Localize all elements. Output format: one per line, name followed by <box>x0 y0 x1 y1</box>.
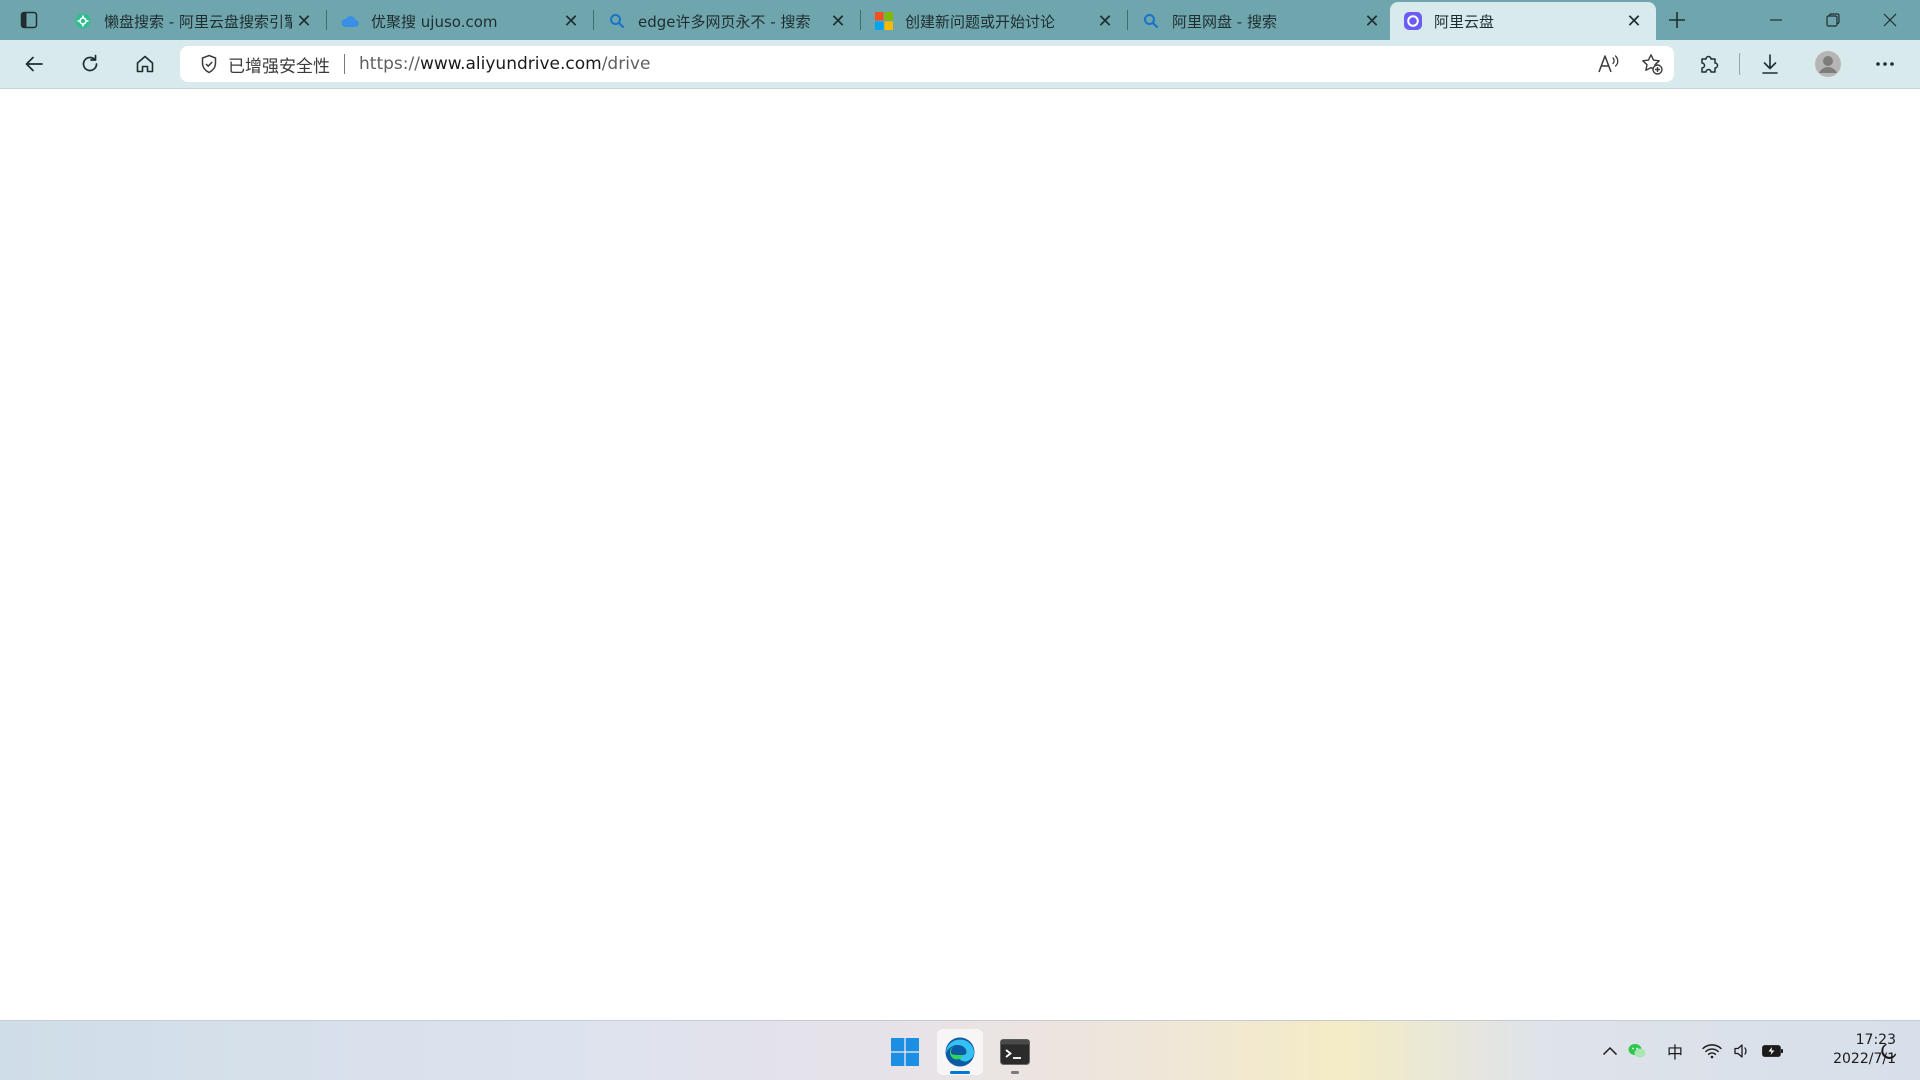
url-domain: www.aliyundrive.com <box>419 54 602 74</box>
toolbar-divider <box>1739 53 1740 75</box>
speaker-icon <box>1734 1044 1747 1058</box>
show-hidden-icons-button[interactable] <box>1596 1021 1624 1080</box>
active-indicator <box>950 1071 970 1074</box>
tab-aliyundrive[interactable]: 阿里云盘 ✕ <box>1390 2 1656 40</box>
tab-title: 懒盘搜索 - 阿里云盘搜索引擎 <box>104 12 292 31</box>
network-button[interactable] <box>1698 1021 1726 1080</box>
tab-edge-search[interactable]: edge许多网页永不 - 搜索 ✕ <box>594 2 860 40</box>
tab-title: 阿里云盘 <box>1434 12 1495 31</box>
tab-title: edge许多网页永不 - 搜索 <box>638 12 811 31</box>
home-button[interactable] <box>125 44 165 84</box>
tab-title: 优聚搜 ujuso.com <box>371 12 498 31</box>
back-button[interactable] <box>14 44 54 84</box>
windows-logo-icon <box>891 1038 919 1066</box>
aliyundrive-icon <box>1404 12 1422 30</box>
close-icon[interactable]: ✕ <box>826 9 850 33</box>
tab-title: 创建新问题或开始讨论 <box>905 12 1056 31</box>
ime-label: 中 <box>1666 1043 1683 1062</box>
tab-strip: 懒盘搜索 - 阿里云盘搜索引擎 ✕ 优聚搜 ujuso.com ✕ edge许多… <box>0 0 1920 40</box>
downloads-button[interactable] <box>1750 44 1790 84</box>
read-aloud-button[interactable] <box>1586 46 1630 82</box>
download-icon <box>1762 54 1778 74</box>
search-icon <box>608 12 626 30</box>
navigation-toolbar: 已增强安全性 https://www.aliyundrive.com/drive <box>0 40 1920 89</box>
minimize-icon <box>1770 19 1782 21</box>
address-bar[interactable]: 已增强安全性 https://www.aliyundrive.com/drive <box>180 46 1674 82</box>
url-prefix: https:// <box>359 54 420 74</box>
tab-lanpan-search[interactable]: 懒盘搜索 - 阿里云盘搜索引擎 ✕ <box>60 2 326 40</box>
close-icon <box>1883 13 1897 27</box>
moon-icon <box>1881 1043 1897 1059</box>
wechat-icon <box>1628 1044 1646 1058</box>
back-arrow-icon <box>25 56 43 72</box>
page-content <box>0 89 1920 1020</box>
microsoft-logo-icon <box>875 12 893 30</box>
battery-charging-icon <box>1762 1045 1783 1057</box>
more-icon <box>1876 62 1894 66</box>
gear-icon <box>74 12 92 30</box>
terminal-icon <box>1000 1039 1030 1065</box>
focus-assist-button[interactable] <box>1874 1021 1904 1080</box>
security-label: 已增强安全性 <box>228 56 330 77</box>
volume-button[interactable] <box>1728 1021 1756 1080</box>
add-favorite-button[interactable] <box>1630 46 1674 82</box>
tab-alipan-search[interactable]: 阿里网盘 - 搜索 ✕ <box>1128 2 1394 40</box>
tab-actions-button[interactable] <box>0 0 58 40</box>
edge-browser-icon <box>945 1037 975 1067</box>
close-icon[interactable]: ✕ <box>1360 9 1384 33</box>
close-icon[interactable]: ✕ <box>559 9 583 33</box>
extensions-button[interactable] <box>1689 44 1729 84</box>
close-icon[interactable]: ✕ <box>292 9 316 33</box>
screen: 懒盘搜索 - 阿里云盘搜索引擎 ✕ 优聚搜 ujuso.com ✕ edge许多… <box>0 0 1920 1080</box>
profile-button[interactable] <box>1808 44 1848 84</box>
wifi-icon <box>1702 1044 1722 1059</box>
ime-indicator[interactable]: 中 <box>1660 1021 1690 1080</box>
tray-app-button[interactable] <box>1624 1021 1650 1080</box>
shield-icon <box>201 54 217 74</box>
tab-title: 阿里网盘 - 搜索 <box>1172 12 1277 31</box>
plus-icon <box>1669 12 1685 28</box>
close-window-button[interactable] <box>1862 0 1918 40</box>
restore-icon <box>1826 13 1840 27</box>
address-bar-actions <box>1586 46 1674 82</box>
battery-button[interactable] <box>1758 1021 1788 1080</box>
taskbar: 中 17:23 2022/7/1 <box>0 1020 1920 1080</box>
url-path: /drive <box>601 54 651 74</box>
close-icon[interactable]: ✕ <box>1622 9 1646 33</box>
new-tab-button[interactable] <box>1660 0 1694 40</box>
tab-create-issue[interactable]: 创建新问题或开始讨论 ✕ <box>861 2 1127 40</box>
taskbar-terminal-button[interactable] <box>992 1029 1038 1075</box>
restore-button[interactable] <box>1805 0 1861 40</box>
settings-menu-button[interactable] <box>1865 44 1905 84</box>
address-separator <box>344 54 345 74</box>
close-icon[interactable]: ✕ <box>1093 9 1117 33</box>
start-button[interactable] <box>882 1029 928 1075</box>
tab-ujuso[interactable]: 优聚搜 ujuso.com ✕ <box>327 2 593 40</box>
star-add-icon <box>1642 54 1663 75</box>
security-indicator[interactable]: 已增强安全性 <box>200 52 330 77</box>
home-icon <box>136 55 154 73</box>
refresh-button[interactable] <box>70 44 110 84</box>
search-icon <box>1142 12 1160 30</box>
refresh-icon <box>82 54 98 72</box>
avatar-icon <box>1815 51 1841 77</box>
running-indicator <box>1011 1071 1019 1074</box>
taskbar-edge-button[interactable] <box>937 1029 983 1075</box>
tab-actions-icon <box>20 11 38 29</box>
cloud-icon <box>341 12 359 30</box>
read-aloud-icon <box>1598 55 1619 73</box>
url-text[interactable]: https://www.aliyundrive.com/drive <box>359 54 650 74</box>
puzzle-icon <box>1701 55 1719 73</box>
chevron-up-icon <box>1602 1046 1618 1056</box>
minimize-button[interactable] <box>1748 0 1804 40</box>
